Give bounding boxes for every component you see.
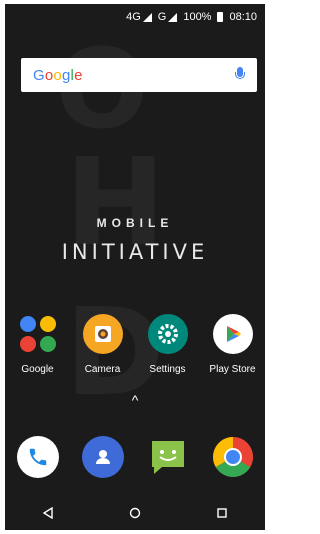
brand-line-1: MOBILE [96,216,174,230]
signal-2: G [158,11,178,23]
brand-line-2: INITIATIVE [61,240,209,264]
app-row: Google Camera Settings Play Store [5,314,265,375]
app-label: Play Store [209,364,256,375]
messages-icon[interactable] [147,436,189,478]
app-label: Google [21,364,54,375]
navigation-bar [5,496,265,530]
home-screen: O H D 4G G 100% 08:10 Google MOBILE INIT… [5,4,265,530]
google-search-bar[interactable]: Google [21,58,257,92]
battery-icon [217,12,224,22]
battery-percentage: 100% [183,11,212,23]
clock: 08:10 [229,11,257,23]
wallpaper-branding: MOBILE INITIATIVE [5,216,265,264]
google-folder-icon [18,314,58,354]
dock [5,436,265,478]
camera-icon [82,314,123,354]
home-icon[interactable] [120,503,150,523]
google-logo: Google [33,66,83,84]
gear-icon [147,314,188,354]
app-label: Settings [149,364,186,375]
signal-strength-icon [142,12,152,22]
app-google-folder[interactable]: Google [8,314,68,375]
recents-icon[interactable] [207,503,237,523]
phone-icon[interactable] [16,436,59,478]
app-label: Camera [84,364,121,375]
app-camera[interactable]: Camera [73,314,133,375]
app-settings[interactable]: Settings [138,314,198,375]
app-drawer-chevron-up-icon[interactable]: ^ [5,392,265,408]
network-type-2: G [157,11,167,23]
signal-1: 4G [126,11,152,23]
chrome-icon[interactable] [212,436,254,478]
play-store-icon [212,314,253,354]
status-bar: 4G G 100% 08:10 [5,4,265,30]
network-type-1: 4G [126,11,141,23]
signal-strength-icon [168,12,178,22]
app-play-store[interactable]: Play Store [203,314,263,375]
contacts-icon[interactable] [81,436,124,478]
microphone-icon[interactable] [235,67,245,83]
back-icon[interactable] [33,503,63,523]
